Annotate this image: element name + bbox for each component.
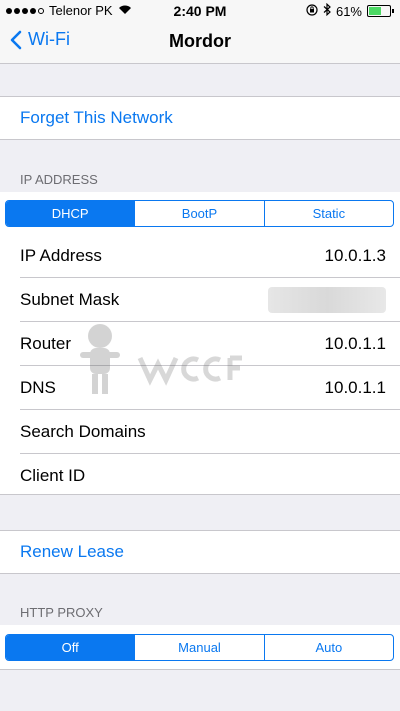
row-label: IP Address (20, 245, 102, 265)
ip-address-header: IP ADDRESS (20, 172, 98, 187)
row-value: 10.0.1.3 (324, 245, 386, 265)
status-bar: Telenor PK 2:40 PM 61% (0, 0, 400, 20)
segment-manual[interactable]: Manual (134, 635, 263, 660)
client-id-row[interactable]: Client ID (20, 454, 400, 497)
row-label: Subnet Mask (20, 289, 120, 309)
proxy-mode-segmented-control: Off Manual Auto (5, 634, 394, 661)
page-title: Mordor (169, 31, 231, 51)
subnet-mask-row[interactable]: Subnet Mask (20, 278, 400, 322)
row-label: Router (20, 333, 72, 353)
http-proxy-group: Off Manual Auto (0, 625, 400, 670)
segment-auto[interactable]: Auto (263, 635, 393, 660)
ip-address-group: DHCP BootP Static IP Address 10.0.1.3 Su… (0, 192, 400, 495)
blurred-value (268, 286, 386, 313)
row-label: Search Domains (20, 421, 146, 441)
forget-network-group: Forget This Network (0, 96, 400, 140)
segment-static[interactable]: Static (263, 201, 393, 226)
search-domains-row[interactable]: Search Domains (20, 410, 400, 454)
orientation-lock-icon (306, 3, 318, 19)
row-value: 10.0.1.1 (324, 333, 386, 353)
renew-lease-group: Renew Lease (0, 530, 400, 574)
forget-network-button[interactable]: Forget This Network (0, 97, 400, 139)
segment-off[interactable]: Off (6, 635, 135, 660)
bluetooth-icon (323, 2, 331, 19)
status-right: 61% (306, 2, 394, 19)
navigation-bar: Wi-Fi Mordor (0, 20, 400, 64)
router-row[interactable]: Router 10.0.1.1 (20, 322, 400, 366)
segment-dhcp[interactable]: DHCP (6, 201, 135, 226)
ip-address-row[interactable]: IP Address 10.0.1.3 (20, 234, 400, 278)
row-label: DNS (20, 377, 56, 397)
battery-level-fill (369, 7, 381, 15)
renew-lease-button[interactable]: Renew Lease (0, 531, 400, 573)
battery-percent: 61% (335, 3, 362, 19)
ip-rows: IP Address 10.0.1.3 Subnet Mask Router 1… (0, 234, 400, 497)
http-proxy-header: HTTP PROXY (20, 605, 103, 620)
row-value: 10.0.1.1 (324, 377, 386, 397)
battery-icon (367, 5, 394, 17)
row-label: Client ID (20, 465, 86, 485)
dns-row[interactable]: DNS 10.0.1.1 (20, 366, 400, 410)
segment-bootp[interactable]: BootP (134, 201, 263, 226)
ip-mode-segmented-control: DHCP BootP Static (5, 200, 394, 227)
